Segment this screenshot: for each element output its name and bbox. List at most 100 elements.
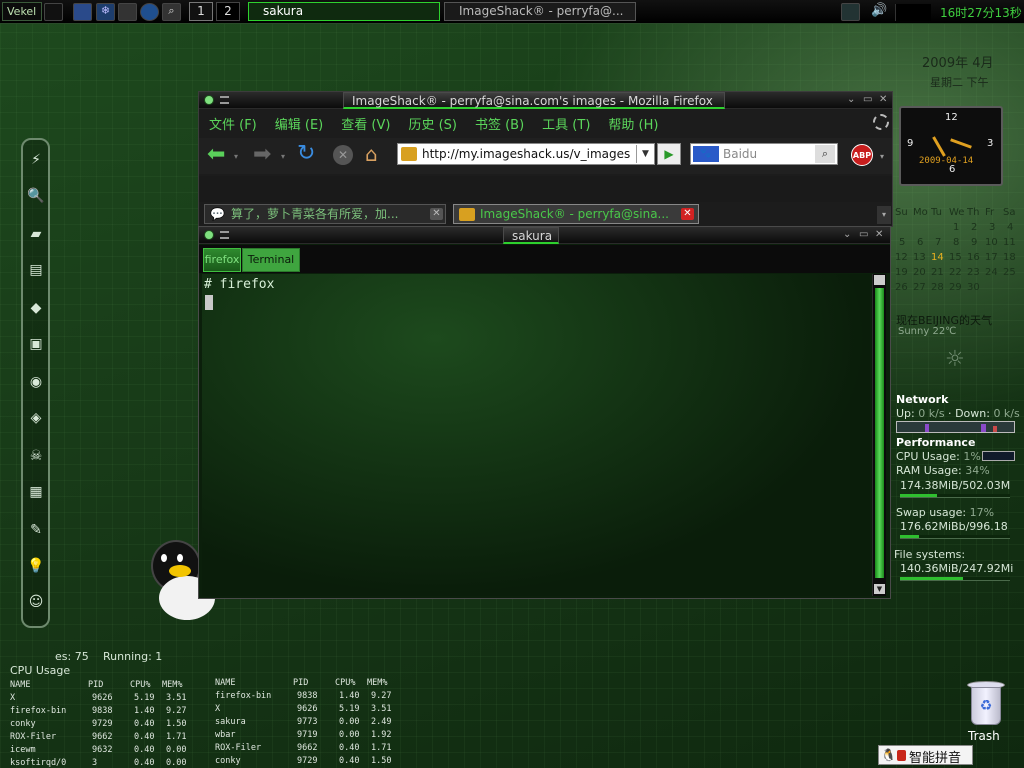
search-icon[interactable]: ⌕ [162,3,181,21]
monitor-icon[interactable]: ▣ [26,334,46,354]
top-panel: Vekel ❄ ⌕ 1 2 sakura ImageShack® - perry… [0,0,1024,24]
menu-help[interactable]: 帮助 (H) [608,114,658,133]
drive-icon[interactable]: ◆ [26,298,46,318]
menu-view[interactable]: 查看 (V) [341,114,390,133]
clock-hand [932,136,946,157]
calendar-day: 13 [913,252,926,263]
terminal-tab-2[interactable]: Terminal 2 [242,248,300,288]
document-icon[interactable]: ▰ [26,224,46,244]
scroll-up-icon[interactable] [874,275,885,285]
reload-icon[interactable]: ↻ [297,143,315,165]
menu-bookmarks[interactable]: 书签 (B) [475,114,524,133]
users-icon[interactable] [73,3,92,21]
tab-active[interactable]: ImageShack® - perryfa@sina... [453,204,699,224]
home-icon[interactable]: ⌂ [365,142,378,166]
tab-close-icon[interactable]: ✕ [681,208,694,220]
task-firefox[interactable]: ImageShack® - perryfa@... [444,2,636,21]
scroll-down-icon[interactable]: ▼ [874,584,885,594]
search-icon[interactable]: ⌕ [815,145,835,163]
table-cell: 0.40 [339,756,360,766]
network-title: Network [896,393,949,406]
table-cell: icewm [10,745,36,755]
ime-bar[interactable]: 🐧 智能拼音 [878,745,973,766]
calendar-day: 28 [931,282,944,293]
terminal-scrollbar[interactable]: ▼ [872,274,886,596]
url-bar[interactable]: http://my.imageshack.us/v_images ▼ [397,143,655,165]
calendar-day: 11 [1003,237,1016,248]
trash-label[interactable]: Trash [968,729,1000,743]
network-tray-icon[interactable] [841,3,860,21]
stop-icon[interactable]: ✕ [333,145,353,165]
table-cell: 0.40 [134,758,155,768]
window-menu-icon[interactable] [220,231,229,239]
cpu-usage-row: CPU Usage: 1% [896,450,981,463]
firefox-title: ImageShack® - perryfa@sina.com's images … [343,92,725,109]
calendar-day: 14 [931,252,944,263]
disk-icon[interactable]: ◈ [26,408,46,428]
back-history-icon[interactable]: ▾ [234,152,238,161]
tab-inactive[interactable]: 算了，萝卜青菜各有所爱，加... [204,204,446,224]
launcher-icon[interactable]: ⚡ [26,150,46,170]
window-dot-icon[interactable] [204,95,214,105]
window-dot-icon[interactable] [204,230,214,240]
window-menu-icon[interactable] [220,96,229,104]
volume-icon[interactable]: 🔊 [871,3,887,18]
maximize-button[interactable]: ▭ [859,229,868,240]
url-dropdown-icon[interactable]: ▼ [636,145,654,163]
menu-edit[interactable]: 编辑 (E) [275,114,324,133]
start-menu-button[interactable]: Vekel [2,2,42,21]
calendar-day: 24 [985,267,998,278]
table-cell: 3 [92,758,98,768]
close-button[interactable]: ✕ [875,229,883,240]
terminal-titlebar[interactable]: sakura ⌄ ▭ ✕ [199,227,890,244]
baidu-engine-icon[interactable]: 🐾 [693,146,719,162]
menu-tools[interactable]: 工具 (T) [542,114,590,133]
media-icon[interactable]: ▦ [26,482,46,502]
bookmarks-toolbar [199,176,892,202]
workspace-2[interactable]: 2 [216,2,240,21]
stack-icon[interactable]: ▤ [26,260,46,280]
firefox-titlebar[interactable]: ImageShack® - perryfa@sina.com's images … [199,92,892,109]
minimize-button[interactable]: ⌄ [843,229,851,240]
back-icon[interactable]: ⬅ [207,144,225,166]
adblock-menu-icon[interactable]: ▾ [880,152,884,161]
tab-list-icon[interactable]: ▾ [877,206,891,224]
search-icon[interactable]: 🔍 [26,186,46,206]
menu-file[interactable]: 文件 (F) [209,114,257,133]
maximize-button[interactable]: ▭ [863,94,872,105]
computer-icon[interactable] [118,3,137,21]
menu-history[interactable]: 历史 (S) [408,114,457,133]
tab-close-icon[interactable]: ✕ [430,208,443,220]
adblock-icon[interactable]: ABP [851,144,873,166]
calendar-weekday-header: Sa [1003,207,1016,218]
url-text[interactable]: http://my.imageshack.us/v_images [422,147,634,161]
table-header: PID [88,680,104,690]
minimize-button[interactable]: ⌄ [847,94,855,105]
close-button[interactable]: ✕ [879,94,887,105]
gimp-icon[interactable]: ☠ [26,446,46,466]
snowflake-icon[interactable]: ❄ [96,3,115,21]
go-button[interactable]: ▶ [657,143,681,165]
up-label: Up: [896,407,915,420]
calendar-weekday-header: Tu [931,207,942,218]
task-sakura[interactable]: sakura [248,2,440,21]
search-bar[interactable]: 🐾 Baidu ⌕ [690,143,838,165]
firefox-launcher-icon[interactable] [140,3,159,21]
table-cell: 9838 [297,691,318,701]
scrollbar-thumb[interactable] [875,288,884,578]
workspace-1[interactable]: 1 [189,2,213,21]
tool-icon[interactable]: ✎ [26,520,46,540]
browser-icon[interactable]: ◉ [26,372,46,392]
tab-favicon-icon: 💬 [210,207,225,221]
calendar-day: 17 [985,252,998,263]
trash-icon[interactable]: ♻ [967,681,1005,727]
people-icon[interactable]: ☺ [26,592,46,612]
table-cell: 0.00 [339,717,360,727]
terminal-tab-firefox[interactable]: firefox [203,248,241,272]
show-desktop-button[interactable] [44,3,63,21]
terminal-output[interactable]: # firefox [202,274,870,596]
forward-history-icon[interactable]: ▾ [281,152,285,161]
bulb-icon[interactable]: 💡 [26,556,46,576]
search-placeholder[interactable]: Baidu [723,147,757,161]
forward-icon[interactable]: ➡ [253,144,271,166]
